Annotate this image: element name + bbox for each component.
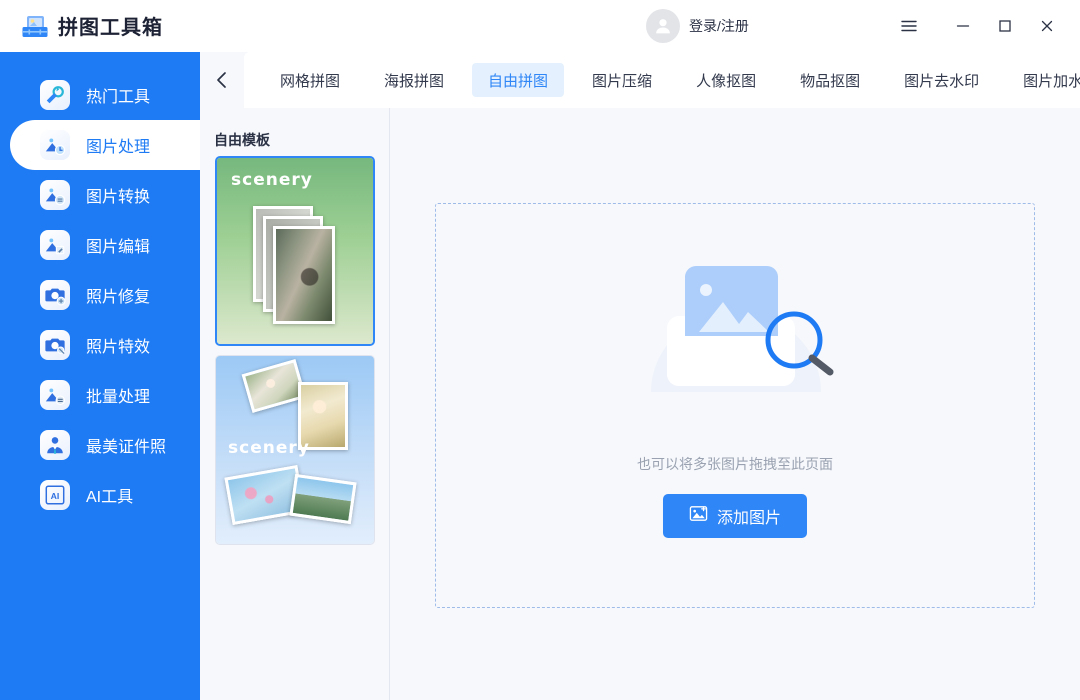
tab-portrait-cutout[interactable]: 人像抠图	[680, 63, 772, 97]
tab-bar: 网格拼图 海报拼图 自由拼图 图片压缩 人像抠图 物品抠图 图片去水印 图片加水…	[200, 52, 1080, 108]
tab-remove-watermark[interactable]: 图片去水印	[888, 63, 995, 97]
tab-poster-collage[interactable]: 海报拼图	[368, 63, 460, 97]
tab-add-watermark[interactable]: 图片加水印	[1007, 63, 1080, 97]
sidebar-item-label: 照片修复	[86, 283, 150, 307]
sidebar-item-ai-tools[interactable]: AI AI工具	[0, 470, 200, 520]
sidebar-item-photo-effects[interactable]: 照片特效	[0, 320, 200, 370]
sidebar-item-batch-process[interactable]: 批量处理	[0, 370, 200, 420]
image-plus-icon	[689, 504, 708, 528]
ai-tools-icon: AI	[40, 480, 70, 510]
sidebar-item-hot-tools[interactable]: 热门工具	[0, 70, 200, 120]
photo-repair-icon	[40, 280, 70, 310]
id-photo-icon	[40, 430, 70, 460]
chevron-left-icon[interactable]	[200, 52, 244, 108]
sidebar-item-label: 图片转换	[86, 183, 150, 207]
add-image-button-label: 添加图片	[717, 504, 781, 528]
app-window: 拼图工具箱 登录/注册	[0, 0, 1080, 700]
template-thumbnail-scenery-green[interactable]: scenery	[215, 156, 375, 346]
photo-effects-icon	[40, 330, 70, 360]
title-bar: 拼图工具箱 登录/注册	[0, 0, 1080, 52]
sidebar-item-label: 最美证件照	[86, 433, 166, 457]
hamburger-menu-icon[interactable]	[888, 0, 930, 52]
hot-tools-icon	[40, 80, 70, 110]
sidebar-item-label: 照片特效	[86, 333, 150, 357]
template-thumbnail-scenery-blue[interactable]: scenery	[215, 355, 375, 545]
image-edit-icon	[40, 230, 70, 260]
image-process-icon	[40, 130, 70, 160]
close-icon[interactable]	[1026, 0, 1068, 52]
sidebar-item-image-convert[interactable]: 图片转换	[0, 170, 200, 220]
image-convert-icon	[40, 180, 70, 210]
template-panel: 自由模板 scenery scenery	[200, 108, 390, 700]
tab-object-cutout[interactable]: 物品抠图	[784, 63, 876, 97]
maximize-icon[interactable]	[984, 0, 1026, 52]
window-controls	[888, 0, 1080, 52]
sidebar-item-photo-repair[interactable]: 照片修复	[0, 270, 200, 320]
template-panel-title: 自由模板	[214, 130, 270, 150]
main-content-area: 也可以将多张图片拖拽至此页面 添加图片	[390, 108, 1080, 700]
tab-image-compress[interactable]: 图片压缩	[576, 63, 668, 97]
toolbox-logo-icon	[18, 9, 52, 43]
tab-grid-collage[interactable]: 网格拼图	[264, 63, 356, 97]
account-label: 登录/注册	[689, 16, 749, 36]
sidebar-item-label: 热门工具	[86, 83, 150, 107]
tab-free-collage[interactable]: 自由拼图	[472, 63, 564, 97]
user-avatar-icon	[646, 9, 680, 43]
sidebar: 热门工具 图片处理	[0, 52, 200, 700]
tabs-strip: 网格拼图 海报拼图 自由拼图 图片压缩 人像抠图 物品抠图 图片去水印 图片加水…	[244, 52, 1080, 108]
sidebar-item-label: 图片处理	[86, 133, 150, 157]
add-image-button[interactable]: 添加图片	[663, 494, 807, 538]
app-title: 拼图工具箱	[58, 11, 163, 40]
template-word-label: scenery	[231, 170, 313, 190]
sidebar-item-label: AI工具	[86, 483, 133, 507]
batch-process-icon	[40, 380, 70, 410]
image-search-illustration	[611, 244, 861, 394]
template-word-label: scenery	[228, 438, 310, 458]
minimize-icon[interactable]	[942, 0, 984, 52]
sidebar-item-id-photo[interactable]: 最美证件照	[0, 420, 200, 470]
sidebar-item-label: 图片编辑	[86, 233, 150, 257]
dropzone-hint-text: 也可以将多张图片拖拽至此页面	[436, 454, 1034, 474]
account-login-button[interactable]: 登录/注册	[646, 9, 749, 43]
sidebar-item-image-edit[interactable]: 图片编辑	[0, 220, 200, 270]
sidebar-item-label: 批量处理	[86, 383, 150, 407]
template-photo	[273, 226, 335, 324]
svg-text:AI: AI	[51, 491, 60, 501]
template-photo	[289, 474, 356, 524]
sidebar-item-image-process[interactable]: 图片处理	[0, 120, 200, 170]
image-dropzone[interactable]: 也可以将多张图片拖拽至此页面 添加图片	[435, 203, 1035, 608]
